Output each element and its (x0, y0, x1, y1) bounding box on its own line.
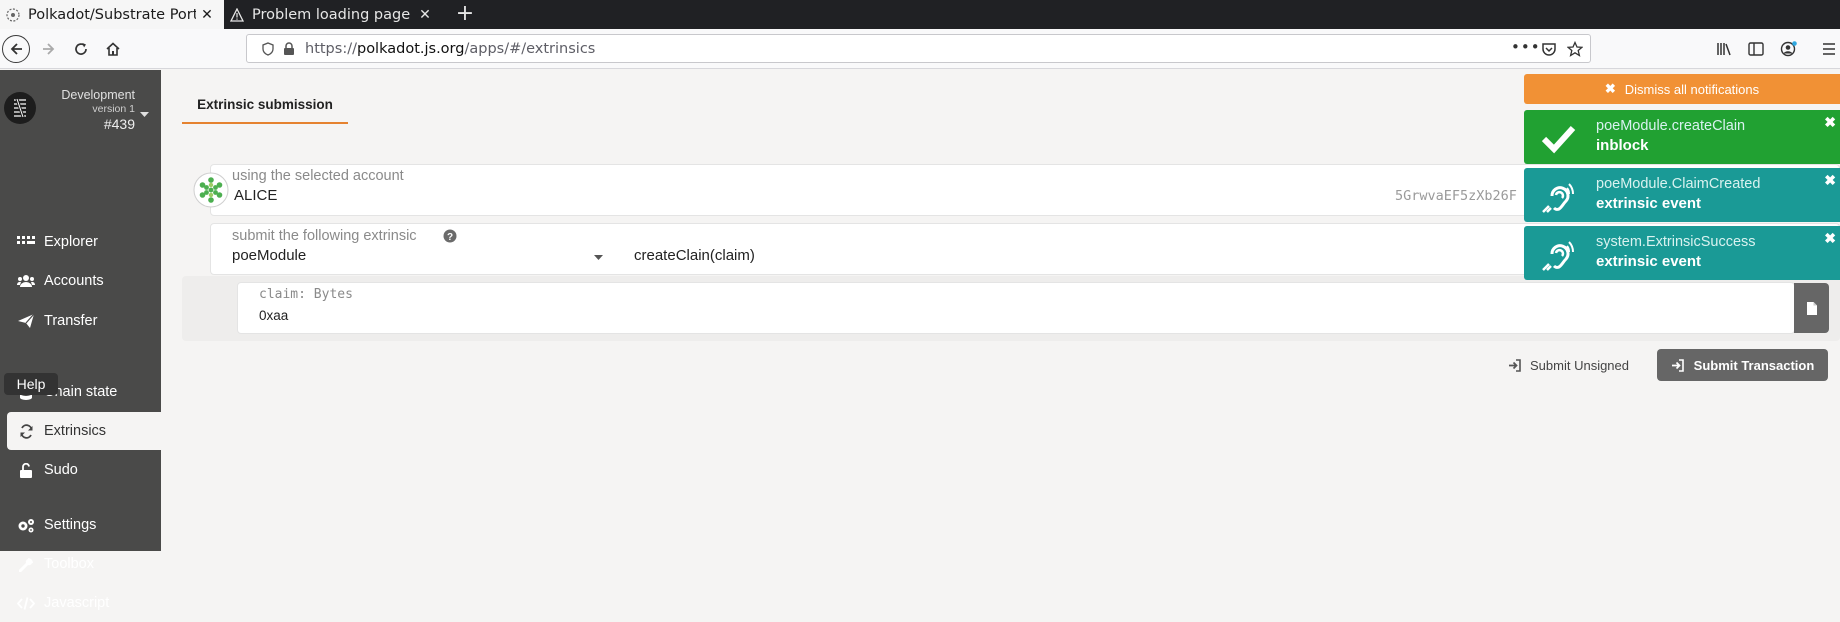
menu-icon[interactable] (1822, 42, 1836, 56)
sidebar-item-label: Accounts (44, 273, 104, 289)
close-tab-icon[interactable]: ✕ (196, 7, 218, 23)
question-circle-icon[interactable]: ? (443, 229, 457, 243)
method-select[interactable]: createClain(claim) (634, 247, 755, 264)
submit-unsigned-button[interactable]: Submit Unsigned (1508, 352, 1638, 378)
home-icon[interactable] (99, 36, 127, 62)
block-number: #439 (103, 116, 135, 132)
forward-icon[interactable] (35, 36, 63, 62)
svg-text:?: ? (447, 232, 453, 243)
chevron-down-icon[interactable] (594, 255, 603, 261)
url-path: /apps/#/extrinsics (464, 41, 596, 57)
submit-transaction-button[interactable]: Submit Transaction (1657, 349, 1828, 381)
sidebar-item-label: Toolbox (44, 556, 94, 572)
close-icon[interactable]: ✖ (1824, 172, 1836, 189)
cogs-icon (16, 518, 36, 533)
sidebar-item-label: Extrinsics (44, 423, 107, 439)
code-icon (16, 596, 36, 610)
pocket-icon[interactable] (1541, 42, 1557, 57)
notification-title: poeModule.createClain (1596, 118, 1746, 134)
assistive-listening-icon (1542, 183, 1575, 213)
bookmark-star-icon[interactable] (1567, 41, 1583, 57)
polkadot-favicon-icon (6, 7, 20, 22)
close-icon[interactable]: ✖ (1824, 114, 1836, 131)
sidebar-item-sudo[interactable]: Sudo (0, 451, 161, 489)
sidebar-item-extrinsics[interactable]: Extrinsics (7, 412, 161, 450)
url-text[interactable]: https://polkadot.js.org/apps/#/extrinsic… (305, 41, 595, 57)
accounts-icon (16, 274, 36, 288)
chain-version: version 1 (92, 103, 135, 115)
browser-tab-title: Problem loading page (252, 6, 411, 23)
explorer-icon (16, 236, 36, 248)
module-select[interactable]: poeModule (232, 247, 306, 264)
notification-item: poeModule.ClaimCreated extrinsic event ✖ (1524, 168, 1840, 222)
tab-extrinsic-submission[interactable]: Extrinsic submission (182, 87, 348, 124)
notification-status: extrinsic event (1596, 253, 1702, 270)
new-tab-icon[interactable]: + (452, 0, 478, 29)
sign-in-icon (1671, 358, 1684, 372)
sidebar-item-label: Settings (44, 517, 97, 533)
close-icon: ✖ (1604, 81, 1616, 96)
notification-item: system.ExtrinsicSuccess extrinsic event … (1524, 226, 1840, 280)
check-icon (1541, 125, 1576, 154)
sidebar-item-transfer[interactable]: Transfer (0, 302, 161, 340)
browser-tab-portal[interactable]: Polkadot/Substrate Portal ✕ (0, 0, 224, 29)
chain-name: Development (61, 88, 135, 102)
url-bar[interactable]: https://polkadot.js.org/apps/#/extrinsic… (246, 34, 1591, 63)
browser-tab-title: Polkadot/Substrate Portal (28, 6, 196, 23)
notification-item: poeModule.createClain inblock ✖ (1524, 110, 1840, 164)
chevron-down-icon[interactable] (140, 112, 149, 118)
assistive-listening-icon (1542, 241, 1575, 271)
param-value[interactable]: 0xaa (259, 308, 288, 323)
sidebar-item-accounts[interactable]: Accounts (0, 262, 161, 300)
close-icon[interactable]: ✖ (1824, 230, 1836, 247)
account-label: using the selected account (232, 168, 404, 184)
substrate-logo-icon[interactable] (3, 91, 37, 125)
notification-status: inblock (1596, 137, 1649, 154)
extrinsic-label: submit the following extrinsic (232, 228, 417, 244)
sidebar-item-javascript[interactable]: Javascript (0, 584, 161, 622)
sidebar-item-label: Sudo (44, 462, 78, 478)
sidebar-item-label: Explorer (44, 234, 98, 250)
url-scheme: https:// (305, 41, 357, 57)
notification-status: extrinsic event (1596, 195, 1702, 212)
dismiss-label: Dismiss all notifications (1624, 81, 1760, 97)
account-icon[interactable] (1780, 41, 1798, 57)
notification-title: system.ExtrinsicSuccess (1596, 234, 1756, 250)
lock-icon[interactable] (283, 42, 295, 56)
reload-icon[interactable] (67, 36, 95, 62)
submit-transaction-label: Submit Transaction (1693, 357, 1815, 373)
sidebar-item-label: Transfer (44, 313, 98, 329)
sync-icon (16, 423, 36, 439)
close-tab-icon[interactable]: ✕ (414, 7, 436, 23)
browser-tab-problem[interactable]: Problem loading page ✕ (224, 0, 442, 29)
sidebar-item-settings[interactable]: Settings (0, 506, 161, 544)
shield-icon[interactable] (261, 42, 275, 56)
help-tooltip: Help (4, 373, 58, 395)
file-upload-button[interactable] (1794, 283, 1829, 333)
account-name: ALICE (234, 187, 278, 204)
sign-in-icon (1509, 358, 1521, 372)
library-icon[interactable] (1716, 42, 1732, 56)
notification-title: poeModule.ClaimCreated (1596, 176, 1761, 192)
url-host: polkadot.js.org (356, 41, 465, 57)
sidebar-item-label: Javascript (44, 595, 110, 611)
more-actions-icon[interactable]: ••• (1511, 38, 1541, 56)
dismiss-all-notifications-button[interactable]: ✖ Dismiss all notifications (1524, 74, 1840, 104)
warning-icon (230, 7, 244, 22)
browser-tab-bar: Polkadot/Substrate Portal ✕ Problem load… (0, 0, 1840, 29)
param-label: claim: Bytes (259, 287, 353, 302)
sidebar-item-explorer[interactable]: Explorer (0, 223, 161, 261)
browser-nav-bar: https://polkadot.js.org/apps/#/extrinsic… (0, 29, 1840, 69)
back-icon[interactable] (2, 35, 30, 63)
identicon-icon (193, 172, 229, 208)
wrench-icon (16, 557, 36, 572)
file-icon (1806, 301, 1817, 315)
sidebar-toggle-icon[interactable] (1748, 42, 1764, 56)
transfer-icon (16, 314, 36, 328)
unlock-icon (16, 462, 36, 478)
sidebar: Development version 1 #439 Explorer Acco… (0, 70, 161, 611)
account-address: 5GrwvaEF5zXb26F (1395, 188, 1517, 204)
submit-unsigned-label: Submit Unsigned (1530, 357, 1629, 373)
param-claim-field[interactable]: claim: Bytes 0xaa (237, 282, 1795, 334)
